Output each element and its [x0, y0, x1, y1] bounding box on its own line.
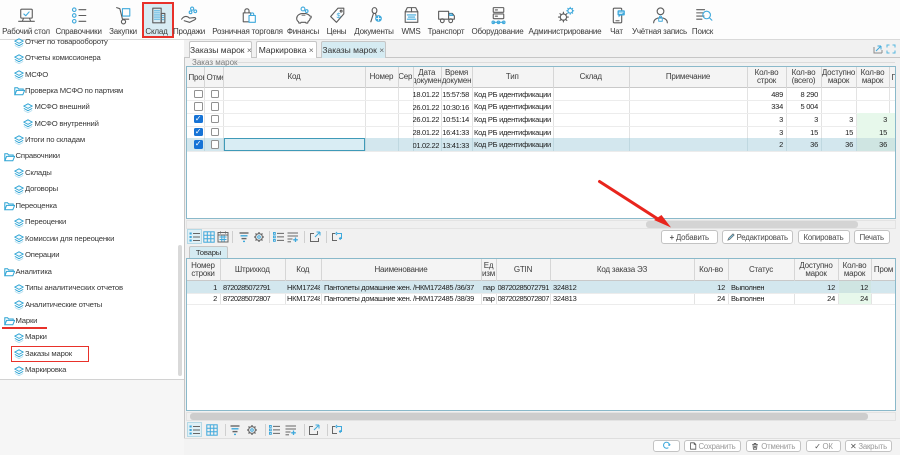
svg-text:$: $ — [336, 11, 340, 20]
